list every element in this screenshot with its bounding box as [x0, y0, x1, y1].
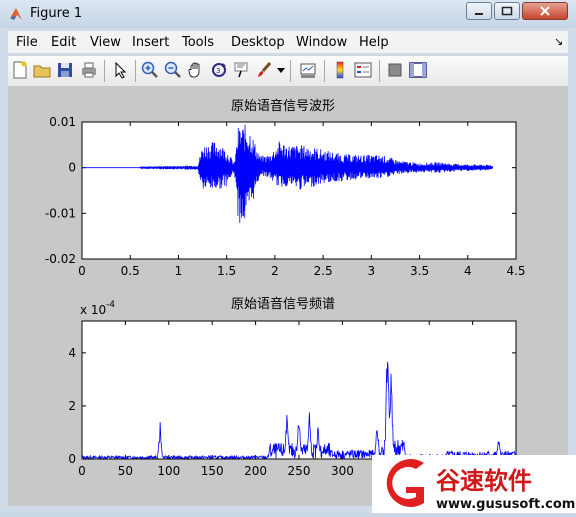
y-tick-label: 0: [68, 452, 76, 466]
dock-arrow-icon[interactable]: ↘: [554, 35, 563, 48]
x-tick-label: 300: [331, 464, 354, 478]
spectrum-title: 原始语音信号频谱: [231, 296, 335, 312]
x-tick-label: 4.5: [506, 264, 525, 278]
x-tick-label: 2.5: [314, 264, 333, 278]
colorbar-icon[interactable]: [330, 60, 350, 80]
gususoft-logo-icon: [386, 459, 424, 507]
x-tick-label: 0: [78, 264, 86, 278]
hide-plot-tools-icon[interactable]: [385, 60, 405, 80]
x-tick-label: 3: [368, 264, 376, 278]
y-tick-label: -0.01: [45, 206, 76, 220]
x-tick-label: 50: [118, 464, 133, 478]
y-tick-label: 0: [68, 161, 76, 175]
toolbar-separator: [290, 60, 291, 82]
brush-dropdown-icon[interactable]: [277, 68, 285, 74]
x-tick-label: 200: [244, 464, 267, 478]
link-plot-icon[interactable]: [298, 60, 318, 80]
maximize-icon: [501, 6, 513, 16]
menu-tools[interactable]: Tools: [182, 35, 214, 50]
toolbar-separator: [104, 60, 105, 82]
x-tick-label: 4: [464, 264, 472, 278]
save-icon[interactable]: [55, 60, 75, 80]
minimize-icon: [475, 13, 483, 15]
menu-desktop[interactable]: Desktop: [231, 35, 285, 50]
open-file-icon[interactable]: [32, 60, 52, 80]
watermark-logo: 谷速软件 www.gususoft.com: [386, 459, 575, 512]
figure-toolbar: 3: [8, 55, 568, 86]
rotate-3d-icon[interactable]: 3: [209, 60, 229, 80]
data-cursor-icon[interactable]: [232, 60, 252, 80]
spectrum-exponent-label: x 10: [80, 303, 106, 317]
figure-canvas[interactable]: 原始语音信号波形 0 0.5 1 1.5 2 2.5 3 3.5 4 4.5 0.01 0 -0.01 -…: [8, 86, 568, 506]
x-tick-label: 3.5: [410, 264, 429, 278]
x-tick-label: 2: [271, 264, 279, 278]
close-icon: [540, 6, 550, 16]
spectrum-plot-area: [82, 321, 516, 459]
y-tick-label: 2: [68, 399, 76, 413]
toolbar-separator: [135, 60, 136, 82]
x-tick-label: 100: [157, 464, 180, 478]
x-tick-label: 0.5: [121, 264, 140, 278]
legend-icon[interactable]: [353, 60, 373, 80]
y-tick-label: -0.02: [45, 252, 76, 266]
menu-help[interactable]: Help: [359, 35, 389, 50]
zoom-in-icon[interactable]: [140, 60, 160, 80]
pan-icon[interactable]: [186, 60, 206, 80]
menu-bar: File Edit View Insert Tools Desktop Wind…: [8, 31, 568, 53]
title-bar[interactable]: Figure 1: [0, 0, 576, 28]
y-tick-label: 0.01: [49, 115, 76, 129]
watermark: 谷速软件 www.gususoft.com: [372, 455, 576, 513]
brush-icon[interactable]: [255, 60, 275, 80]
x-tick-label: 250: [288, 464, 311, 478]
print-icon[interactable]: [79, 60, 99, 80]
x-tick-label: 1: [175, 264, 183, 278]
menu-file[interactable]: File: [16, 35, 38, 50]
close-button[interactable]: [522, 2, 568, 20]
minimize-button[interactable]: [466, 2, 492, 20]
plots-svg: 原始语音信号波形 0 0.5 1 1.5 2 2.5 3 3.5 4 4.5 0.01 0 -0.01 -…: [45, 98, 528, 478]
toolbar-separator: [324, 60, 325, 82]
window-title: Figure 1: [30, 6, 83, 21]
x-tick-label: 0: [78, 464, 86, 478]
watermark-url: www.gususoft.com: [436, 497, 575, 512]
toolbar-separator: [379, 60, 380, 82]
menu-insert[interactable]: Insert: [132, 35, 169, 50]
x-tick-label: 1.5: [217, 264, 236, 278]
y-tick-label: 4: [68, 346, 76, 360]
waveform-axes[interactable]: 原始语音信号波形 0 0.5 1 1.5 2 2.5 3 3.5 4 4.5 0.01 0 -0.01 -…: [45, 98, 526, 278]
figure-window: Figure 1 File Edit View Insert Tools Des…: [0, 0, 576, 513]
menu-edit[interactable]: Edit: [51, 35, 76, 50]
menu-view[interactable]: View: [90, 35, 121, 50]
zoom-out-icon[interactable]: [163, 60, 183, 80]
pointer-icon[interactable]: [110, 60, 130, 80]
menu-window[interactable]: Window: [296, 35, 347, 50]
show-plot-tools-icon[interactable]: [408, 60, 428, 80]
new-figure-icon[interactable]: [10, 60, 30, 80]
waveform-plot-area: [82, 122, 516, 259]
x-tick-label: 150: [201, 464, 224, 478]
maximize-button[interactable]: [494, 2, 520, 20]
watermark-brand: 谷速软件: [436, 467, 532, 495]
waveform-title: 原始语音信号波形: [231, 98, 335, 114]
svg-text:3: 3: [216, 67, 220, 75]
matlab-logo-icon: [10, 8, 22, 20]
spectrum-exponent-value: -4: [106, 300, 115, 310]
spectrum-axes[interactable]: 原始语音信号频谱 x 10 -4 05010015020025030035040…: [68, 296, 527, 478]
